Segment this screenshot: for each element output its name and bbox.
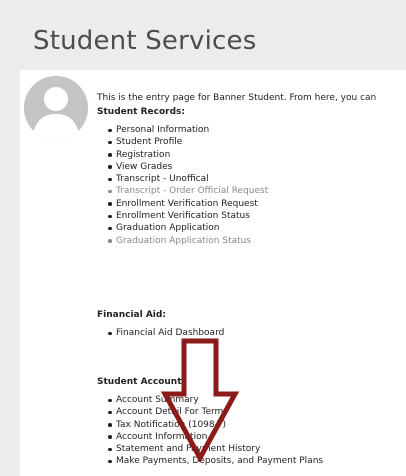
student-records-list: Personal Information Student Profile Regis… [107, 124, 268, 247]
link-tax-notification-1098-t[interactable]: Tax Notification (1098-T) [107, 419, 323, 431]
link-financial-aid-dashboard[interactable]: Financial Aid Dashboard [107, 327, 224, 339]
link-enrollment-verification-request[interactable]: Enrollment Verification Request [107, 198, 268, 210]
student-account-list: Account Summary Account Detail For Term Ta… [107, 394, 323, 468]
link-personal-information[interactable]: Personal Information [107, 124, 268, 136]
link-student-profile[interactable]: Student Profile [107, 136, 268, 148]
student-account-heading: Student Account: [97, 377, 186, 387]
page-title: Student Services [33, 26, 257, 56]
intro-text: This is the entry page for Banner Studen… [97, 93, 377, 103]
link-graduation-application[interactable]: Graduation Application [107, 222, 268, 234]
link-registration[interactable]: Registration [107, 149, 268, 161]
link-transcript-unoffical[interactable]: Transcript - Unoffical [107, 173, 268, 185]
link-make-payments-deposits-and-payment-plans[interactable]: Make Payments, Deposits, and Payment Pla… [107, 455, 323, 467]
link-statement-and-payment-history[interactable]: Statement and Payment History [107, 443, 323, 455]
link-transcript-order-official-request[interactable]: Transcript - Order Official Request [107, 185, 268, 197]
link-graduation-application-status[interactable]: Graduation Application Status [107, 235, 268, 247]
link-account-information[interactable]: Account Information [107, 431, 323, 443]
student-records-heading: Student Records: [97, 107, 185, 117]
content-panel: This is the entry page for Banner Studen… [20, 70, 406, 476]
link-view-grades[interactable]: View Grades [107, 161, 268, 173]
financial-aid-list: Financial Aid Dashboard [107, 327, 224, 339]
link-account-summary[interactable]: Account Summary [107, 394, 323, 406]
user-silhouette-icon [24, 76, 88, 140]
link-enrollment-verification-status[interactable]: Enrollment Verification Status [107, 210, 268, 222]
financial-aid-heading: Financial Aid: [97, 310, 166, 320]
avatar [24, 76, 88, 140]
link-account-detail-for-term[interactable]: Account Detail For Term [107, 406, 323, 418]
